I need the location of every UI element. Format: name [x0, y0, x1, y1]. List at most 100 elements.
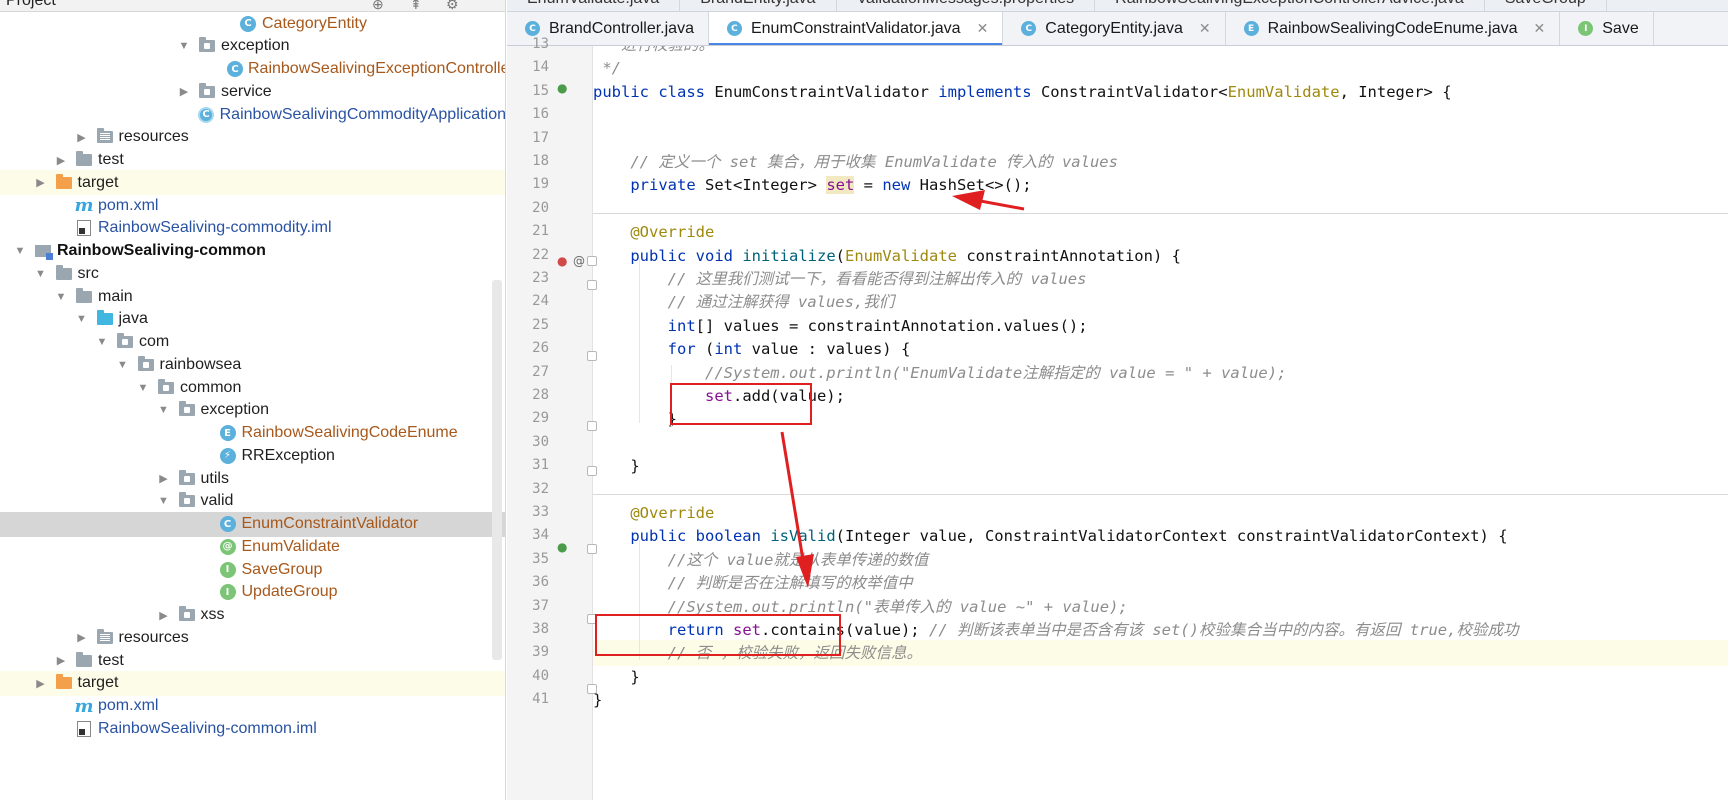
tree-row[interactable]: ▼ rainbowsea [0, 352, 505, 377]
tree-row[interactable]: C RainbowSealivingCommodityApplication [0, 102, 505, 127]
tree-row[interactable]: @ EnumValidate [0, 534, 505, 559]
editor-tab[interactable]: E RainbowSealivingCodeEnume.java ✕ [1226, 12, 1561, 45]
tree-row[interactable]: ▼ exception [0, 398, 505, 423]
code-line[interactable]: */ [593, 55, 1728, 81]
code-line[interactable]: // 这里我们测试一下，看看能否得到注解出传入的 values [593, 266, 1728, 292]
collapsed-arrow-icon[interactable]: ▶ [158, 472, 170, 485]
code-line[interactable]: // 定义一个 set 集合，用于收集 EnumValidate 传入的 val… [593, 149, 1728, 175]
expanded-arrow-icon[interactable]: ▼ [137, 382, 149, 394]
tree-row[interactable]: ▶ utils [0, 466, 505, 491]
folder-icon [75, 287, 93, 305]
code-line[interactable]: public boolean isValid(Integer value, Co… [593, 523, 1728, 549]
code-line[interactable]: } [593, 664, 1728, 690]
code-line[interactable]: public class EnumConstraintValidator imp… [593, 79, 1728, 105]
tree-row[interactable]: ▼ com [0, 330, 505, 355]
tree-row[interactable]: ▶ target [0, 670, 505, 696]
tree-row[interactable]: ▼ exception [0, 34, 505, 59]
close-icon[interactable]: ✕ [1199, 20, 1211, 37]
tree-row[interactable]: ⚡ RRException [0, 443, 505, 468]
implement-method-marker-icon[interactable]: ● [557, 540, 567, 554]
tree-row[interactable]: ▶ xss [0, 603, 505, 628]
expanded-arrow-icon[interactable]: ▼ [178, 40, 190, 52]
expanded-arrow-icon[interactable]: ▼ [117, 359, 129, 371]
editor-tab[interactable]: RainbowSealivingExceptionControllerAdvic… [1095, 0, 1485, 11]
collapsed-arrow-icon[interactable]: ▶ [76, 631, 88, 644]
editor-tab[interactable]: ValidationMessages.properties [837, 0, 1096, 11]
code-line[interactable]: // 判断是否在注解填写的枚举值中 [593, 570, 1728, 596]
editor-tab[interactable]: C EnumConstraintValidator.java ✕ [708, 12, 1004, 45]
tree-row[interactable]: ▶ resources [0, 125, 505, 150]
editor-tab[interactable]: C CategoryEntity.java ✕ [1003, 12, 1226, 45]
tree-row[interactable]: ▶ target [0, 170, 505, 196]
tree-row-label: test [98, 651, 124, 669]
override-marker-icon[interactable]: ● [557, 254, 567, 268]
code-line[interactable]: public void initialize(EnumValidate cons… [593, 243, 1728, 269]
tree-row[interactable]: C EnumConstraintValidator [0, 511, 505, 537]
tree-row[interactable]: ▶ service [0, 79, 505, 104]
tree-row[interactable]: I UpdateGroup [0, 580, 505, 605]
annotation-marker-icon[interactable]: @ [573, 254, 585, 268]
tree-row[interactable]: ▼ src [0, 261, 505, 286]
application-class-icon: C [197, 106, 215, 123]
expanded-arrow-icon[interactable]: ▼ [158, 495, 170, 507]
tree-row[interactable]: ▼ java [0, 307, 505, 332]
tree-row[interactable]: RainbowSealiving-commodity.iml [0, 216, 505, 241]
collapsed-arrow-icon[interactable]: ▶ [35, 176, 47, 189]
collapsed-arrow-icon[interactable]: ▶ [35, 677, 47, 690]
tree-scrollbar[interactable] [492, 280, 502, 660]
editor-tab[interactable]: EnumValidate.java [507, 0, 681, 11]
tree-row[interactable]: ▼ valid [0, 489, 505, 514]
editor-tab[interactable]: I Save [1560, 12, 1654, 45]
collapsed-arrow-icon[interactable]: ▶ [158, 609, 170, 622]
code-line[interactable] [593, 196, 1728, 222]
code-line[interactable] [593, 477, 1728, 503]
tree-row[interactable]: ▶ test [0, 648, 505, 673]
expanded-arrow-icon[interactable]: ▼ [14, 245, 26, 257]
code-line[interactable]: @Override [593, 219, 1728, 245]
expanded-arrow-icon[interactable]: ▼ [158, 404, 170, 416]
line-number: 16 [532, 106, 549, 123]
code-line[interactable]: // 通过注解获得 values,我们 [593, 289, 1728, 315]
code-line[interactable]: } [593, 453, 1728, 479]
code-line[interactable]: } [593, 687, 1728, 713]
code-line[interactable]: //System.out.println("EnumValidate注解指定的 … [593, 360, 1728, 386]
collapsed-arrow-icon[interactable]: ▶ [76, 131, 88, 144]
tree-row[interactable]: C CategoryEntity [0, 11, 505, 36]
code-line[interactable] [593, 430, 1728, 456]
code-line[interactable]: for (int value : values) { [593, 336, 1728, 362]
tree-row[interactable]: ▼ RainbowSealiving-common [0, 239, 505, 264]
close-icon[interactable]: ✕ [1534, 20, 1546, 37]
expanded-arrow-icon[interactable]: ▼ [96, 336, 108, 348]
tree-row[interactable]: ▶ resources [0, 625, 505, 650]
code-line[interactable]: int[] values = constraintAnnotation.valu… [593, 313, 1728, 339]
tree-row[interactable]: ▼ common [0, 375, 505, 400]
collapsed-arrow-icon[interactable]: ▶ [55, 154, 67, 167]
code-line[interactable]: private Set<Integer> set = new HashSet<>… [593, 172, 1728, 198]
tree-row[interactable]: ▶ test [0, 148, 505, 173]
tree-row-label: exception [200, 401, 270, 419]
tree-row[interactable]: RainbowSealiving-common.iml [0, 716, 505, 741]
code-line[interactable] [593, 102, 1728, 128]
implements-marker-icon[interactable]: ● [557, 81, 567, 95]
collapsed-arrow-icon[interactable]: ▶ [178, 85, 190, 98]
line-number: 28 [532, 387, 549, 403]
expanded-arrow-icon[interactable]: ▼ [35, 268, 47, 280]
package-icon [178, 469, 196, 487]
tree-row[interactable]: I SaveGroup [0, 557, 505, 582]
tree-row[interactable]: C RainbowSealivingExceptionControllerAdvi… [0, 57, 505, 82]
code-line[interactable]: @Override [593, 500, 1728, 526]
method-separator [593, 493, 1728, 495]
tree-row[interactable]: m pom.xml [0, 193, 505, 218]
expanded-arrow-icon[interactable]: ▼ [76, 313, 88, 325]
editor-tab[interactable]: SaveGroup [1485, 0, 1607, 11]
editor-tab[interactable]: BrandEntity.java [680, 0, 837, 11]
code-line[interactable]: //这个 value就是从表单传递的数值 [593, 547, 1728, 573]
tree-row[interactable]: ▼ main [0, 284, 505, 309]
tree-row[interactable]: m pom.xml [0, 694, 505, 719]
tree-row[interactable]: E RainbowSealivingCodeEnume [0, 421, 505, 446]
expanded-arrow-icon[interactable]: ▼ [55, 291, 67, 303]
code-line[interactable] [593, 126, 1728, 152]
collapsed-arrow-icon[interactable]: ▶ [55, 654, 67, 667]
tree-row-label: EnumConstraintValidator [241, 515, 419, 532]
close-icon[interactable]: ✕ [977, 20, 989, 37]
